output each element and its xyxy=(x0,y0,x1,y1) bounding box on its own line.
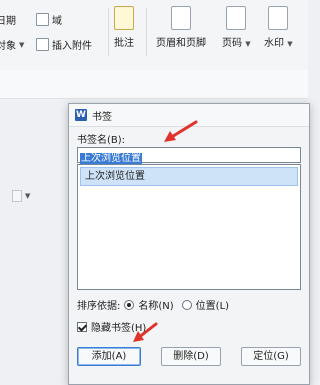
sort-by-name-radio[interactable] xyxy=(124,299,135,310)
watermark-button[interactable]: 水印 ▼ xyxy=(264,6,293,49)
field-button[interactable]: 域 xyxy=(36,12,62,27)
watermark-icon xyxy=(268,6,289,30)
bookmark-name-label: 书签名(B): xyxy=(77,135,126,146)
sort-by-name-label[interactable]: 名称(N) xyxy=(138,297,173,312)
insert-attachment-button[interactable]: 插入附件 xyxy=(36,37,92,52)
comment-icon xyxy=(114,6,134,30)
insert-attachment-label: 插入附件 xyxy=(52,41,92,52)
header-footer-label: 页眉和页脚 xyxy=(156,38,206,49)
divider xyxy=(146,8,147,56)
goto-button[interactable]: 定位(G) xyxy=(241,347,301,366)
attachment-icon xyxy=(36,38,49,51)
header-footer-button[interactable]: 页眉和页脚 xyxy=(156,6,206,49)
ribbon-toolbar: 日期 域 对象 ▼ 插入附件 批注 页眉和页脚 页码 ▼ 水印 ▼ xyxy=(0,0,308,71)
page-icon xyxy=(12,190,22,202)
sort-label: 排序依据: xyxy=(77,301,121,312)
field-icon xyxy=(36,13,49,26)
sort-by-position-radio[interactable] xyxy=(181,299,192,310)
watermark-label: 水印 xyxy=(264,38,284,49)
comment-label: 批注 xyxy=(114,38,134,49)
bookmark-dialog: W 书签 书签名(B): 上次浏览位置 上次浏览位置 排序依据: 名称(N) 位… xyxy=(68,103,310,385)
page-number-icon xyxy=(226,6,247,30)
annotation-arrow-icon xyxy=(164,120,198,142)
field-label: 域 xyxy=(52,16,62,27)
page-number-label: 页码 xyxy=(222,38,242,49)
add-button[interactable]: 添加(A) xyxy=(77,347,141,366)
header-footer-icon xyxy=(171,6,191,30)
document-page-hint: ▼ xyxy=(12,190,30,202)
date-button[interactable]: 日期 xyxy=(0,12,16,27)
bookmark-name-input[interactable]: 上次浏览位置 xyxy=(77,147,301,164)
hide-bookmarks-checkbox[interactable] xyxy=(77,321,87,332)
chevron-down-icon: ▼ xyxy=(19,40,25,49)
dialog-title: 书签 xyxy=(92,111,112,123)
chevron-down-icon: ▼ xyxy=(25,192,31,200)
chevron-down-icon: ▼ xyxy=(245,40,251,48)
page-number-button[interactable]: 页码 ▼ xyxy=(222,6,251,49)
bookmark-name-value: 上次浏览位置 xyxy=(80,153,142,164)
delete-button[interactable]: 删除(D) xyxy=(161,347,221,366)
wps-logo-icon: W xyxy=(75,109,87,121)
object-button[interactable]: 对象 ▼ xyxy=(0,37,25,53)
chevron-down-icon: ▼ xyxy=(287,40,293,48)
object-label: 对象 xyxy=(0,41,16,52)
ribbon-sub-strip xyxy=(0,70,308,99)
comment-button[interactable]: 批注 xyxy=(114,6,134,49)
sort-options: 排序依据: 名称(N) 位置(L) xyxy=(77,297,229,312)
date-label: 日期 xyxy=(0,16,16,27)
list-item[interactable]: 上次浏览位置 xyxy=(80,167,298,186)
bookmark-list[interactable]: 上次浏览位置 xyxy=(77,164,301,290)
sort-by-position-label[interactable]: 位置(L) xyxy=(196,297,229,312)
annotation-arrow-icon xyxy=(133,322,158,342)
divider xyxy=(108,8,109,56)
